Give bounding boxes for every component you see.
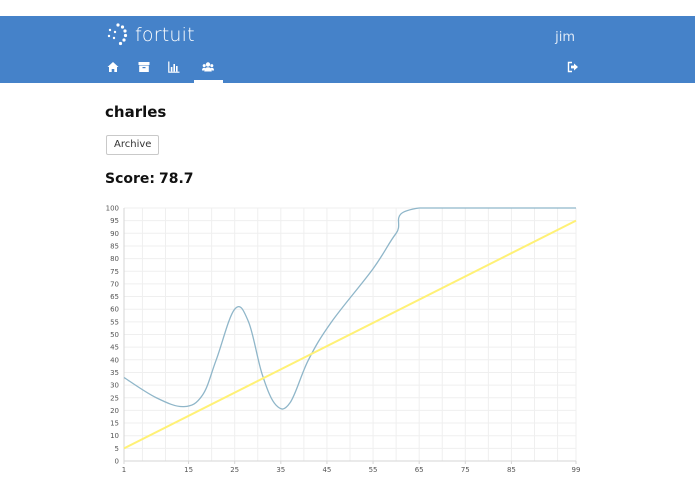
x-tick-label: 65 xyxy=(415,466,424,474)
x-tick-label: 35 xyxy=(276,466,285,474)
y-tick-label: 100 xyxy=(106,205,119,213)
y-tick-label: 50 xyxy=(110,331,119,339)
logo-icon xyxy=(107,23,128,46)
home-icon[interactable] xyxy=(107,61,119,73)
brand-logo[interactable]: fortuit xyxy=(106,22,195,48)
archive-icon[interactable] xyxy=(138,61,150,73)
y-tick-label: 85 xyxy=(110,242,119,250)
y-tick-label: 80 xyxy=(110,255,119,263)
x-tick-label: 25 xyxy=(230,466,239,474)
brand-name: fortuit xyxy=(135,24,195,46)
score-heading: Score: 78.7 xyxy=(105,171,194,187)
score-chart: 0 5 10 15 20 25 30 35 40 45 50 55 60 65 70 75 80 85 90 95 10… xyxy=(106,205,581,475)
y-tick-label: 60 xyxy=(110,306,119,314)
y-tick-label: 25 xyxy=(110,394,119,402)
x-tick-label: 1 xyxy=(122,466,126,474)
y-tick-label: 10 xyxy=(110,432,119,440)
y-tick-label: 40 xyxy=(110,356,119,364)
archive-button[interactable]: Archive xyxy=(106,135,160,155)
y-tick-label: 70 xyxy=(110,280,119,288)
top-navbar: fortuit jim xyxy=(0,16,695,83)
x-tick-label: 15 xyxy=(184,466,193,474)
y-tick-label: 0 xyxy=(115,458,119,466)
x-tick-label: 45 xyxy=(322,466,331,474)
y-tick-label: 90 xyxy=(110,230,119,238)
y-tick-label: 5 xyxy=(115,445,119,453)
y-tick-label: 55 xyxy=(110,318,119,326)
users-icon[interactable] xyxy=(202,61,214,73)
score-value: 78.7 xyxy=(159,171,194,187)
x-tick-label: 99 xyxy=(572,466,581,474)
page-title: charles xyxy=(105,103,167,121)
y-tick-label: 95 xyxy=(110,217,119,225)
x-tick-label: 75 xyxy=(461,466,470,474)
y-tick-label: 75 xyxy=(110,268,119,276)
score-label: Score: xyxy=(105,171,155,187)
sign-out-icon[interactable] xyxy=(567,61,579,73)
y-tick-label: 45 xyxy=(110,344,119,352)
y-tick-label: 65 xyxy=(110,293,119,301)
y-tick-label: 20 xyxy=(110,407,119,415)
y-tick-label: 35 xyxy=(110,369,119,377)
user-name[interactable]: jim xyxy=(555,30,575,45)
x-tick-label: 55 xyxy=(369,466,378,474)
x-tick-label: 85 xyxy=(507,466,516,474)
bar-chart-icon[interactable] xyxy=(168,61,180,73)
y-tick-label: 15 xyxy=(110,420,119,428)
y-tick-label: 30 xyxy=(110,382,119,390)
